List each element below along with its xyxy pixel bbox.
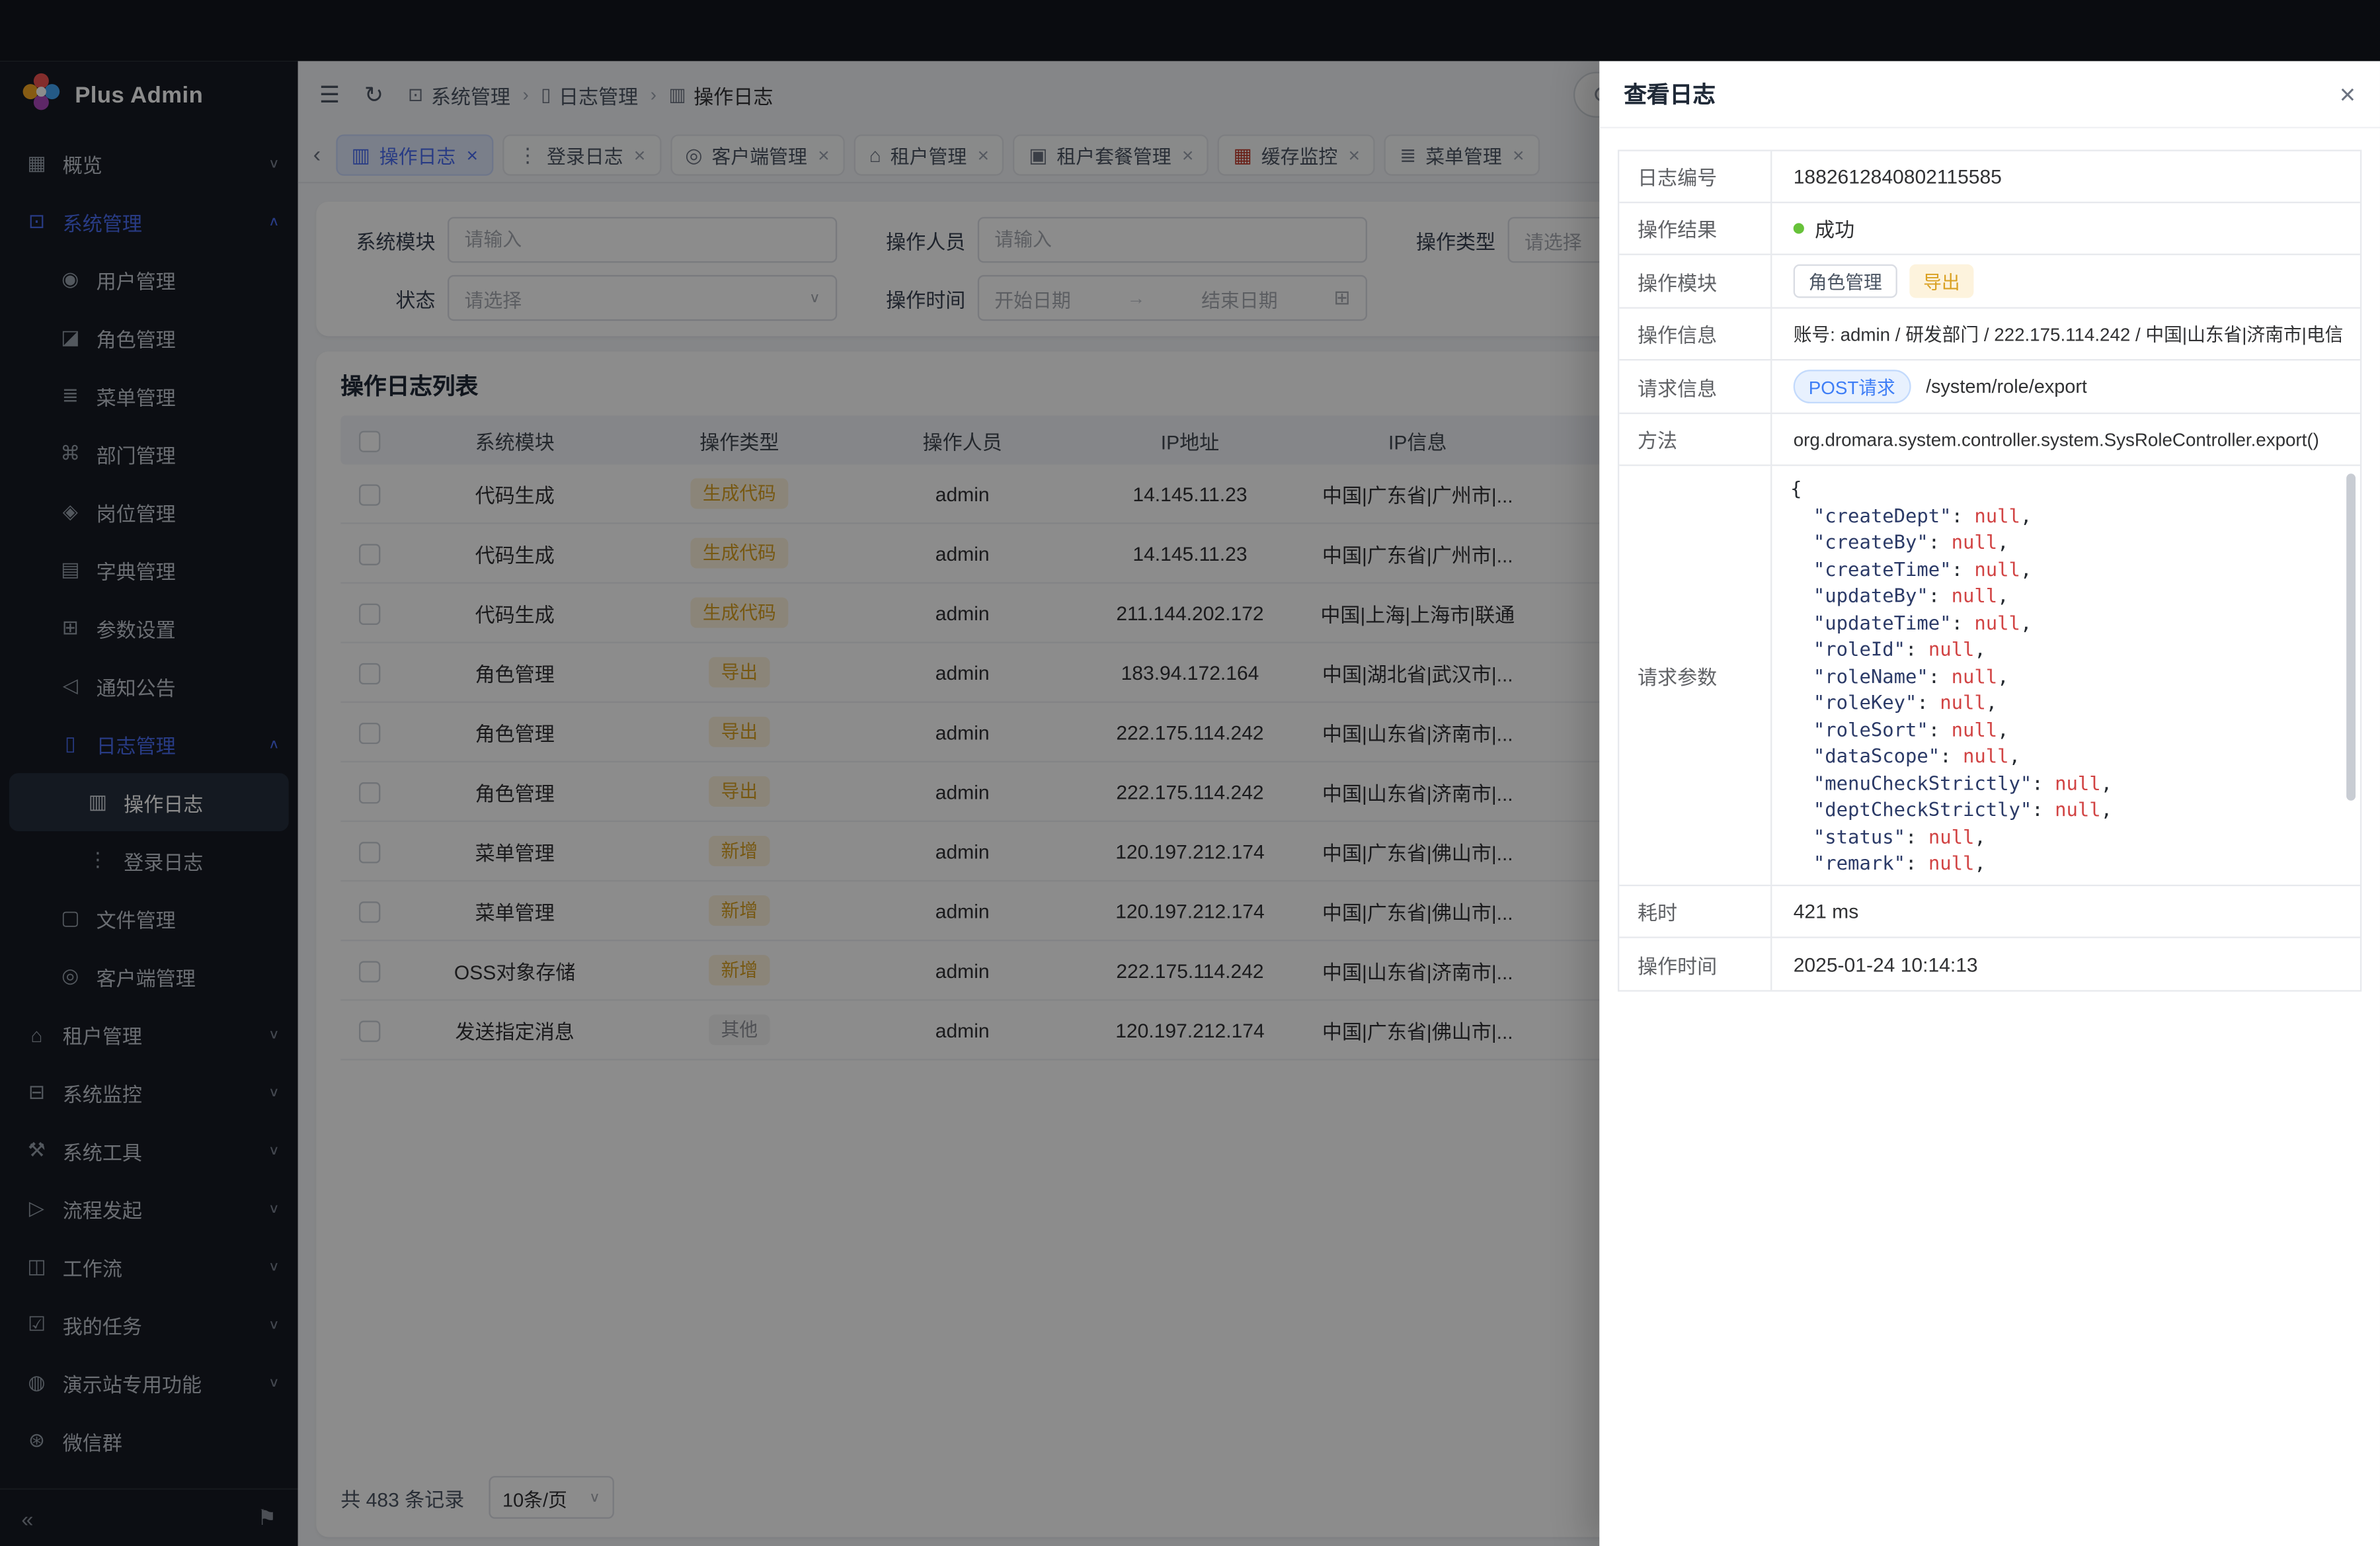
detail-label: 耗时 [1619,886,1772,936]
detail-label: 操作信息 [1619,309,1772,359]
log-detail-table: 日志编号1882612840802115585操作结果成功操作模块角色管理导出操… [1618,149,2361,991]
detail-value-operation-info: 账号: admin / 研发部门 / 222.175.114.242 / 中国|… [1772,309,2360,359]
detail-label: 操作结果 [1619,203,1772,253]
detail-value-duration: 421 ms [1772,886,2360,936]
detail-label: 操作模块 [1619,255,1772,307]
request-params-json: { "createDept": null, "createBy": null, … [1772,466,2360,885]
status-text: 成功 [1815,214,1854,243]
request-method-tag: POST请求 [1794,370,1911,403]
drawer-title: 查看日志 [1624,78,1716,110]
detail-row-request-info: 请求信息POST请求/system/role/export [1619,360,2360,414]
detail-value-method: org.dromara.system.controller.system.Sys… [1772,414,2360,464]
detail-label: 请求信息 [1619,360,1772,413]
request-path: /system/role/export [1926,376,2087,397]
detail-row-operation-info: 操作信息账号: admin / 研发部门 / 222.175.114.242 /… [1619,309,2360,361]
module-tag: 导出 [1909,264,1973,298]
drawer-header: 查看日志 × [1599,61,2380,128]
app-window: Plus Admin ▦概览∨⊡系统管理∧◉用户管理◪角色管理≣菜单管理⌘部门管… [0,61,2380,1546]
view-log-drawer: 查看日志 × 日志编号1882612840802115585操作结果 成功操作模块… [1599,61,2380,1546]
detail-row-operation-result: 操作结果 成功 [1619,203,2360,255]
success-dot-icon [1794,223,1804,233]
detail-row-request-params: 请求参数{ "createDept": null, "createBy": nu… [1619,466,2360,886]
detail-row-log-id: 日志编号1882612840802115585 [1619,151,2360,204]
detail-label: 操作时间 [1619,938,1772,991]
close-icon[interactable]: × [2340,80,2356,108]
detail-row-duration: 耗时421 ms [1619,886,2360,938]
detail-value-operation-time: 2025-01-24 10:14:13 [1772,938,2360,991]
code-scrollbar-thumb[interactable] [2346,473,2356,800]
detail-label: 方法 [1619,414,1772,464]
detail-label: 日志编号 [1619,151,1772,202]
drawer-body: 日志编号1882612840802115585操作结果成功操作模块角色管理导出操… [1599,128,2380,1546]
detail-row-operation-module: 操作模块角色管理导出 [1619,255,2360,309]
detail-row-operation-time: 操作时间2025-01-24 10:14:13 [1619,938,2360,991]
detail-label: 请求参数 [1619,466,1772,885]
detail-value-log-id: 1882612840802115585 [1772,151,2360,202]
detail-value-request-params: { "createDept": null, "createBy": null, … [1772,466,2360,885]
detail-row-method: 方法org.dromara.system.controller.system.S… [1619,414,2360,466]
module-tag: 角色管理 [1794,264,1897,298]
screen: Plus Admin ▦概览∨⊡系统管理∧◉用户管理◪角色管理≣菜单管理⌘部门管… [0,0,2380,1546]
detail-value-operation-result: 成功 [1772,203,2360,253]
detail-value-request-info: POST请求/system/role/export [1772,360,2360,413]
detail-value-operation-module: 角色管理导出 [1772,255,2360,307]
